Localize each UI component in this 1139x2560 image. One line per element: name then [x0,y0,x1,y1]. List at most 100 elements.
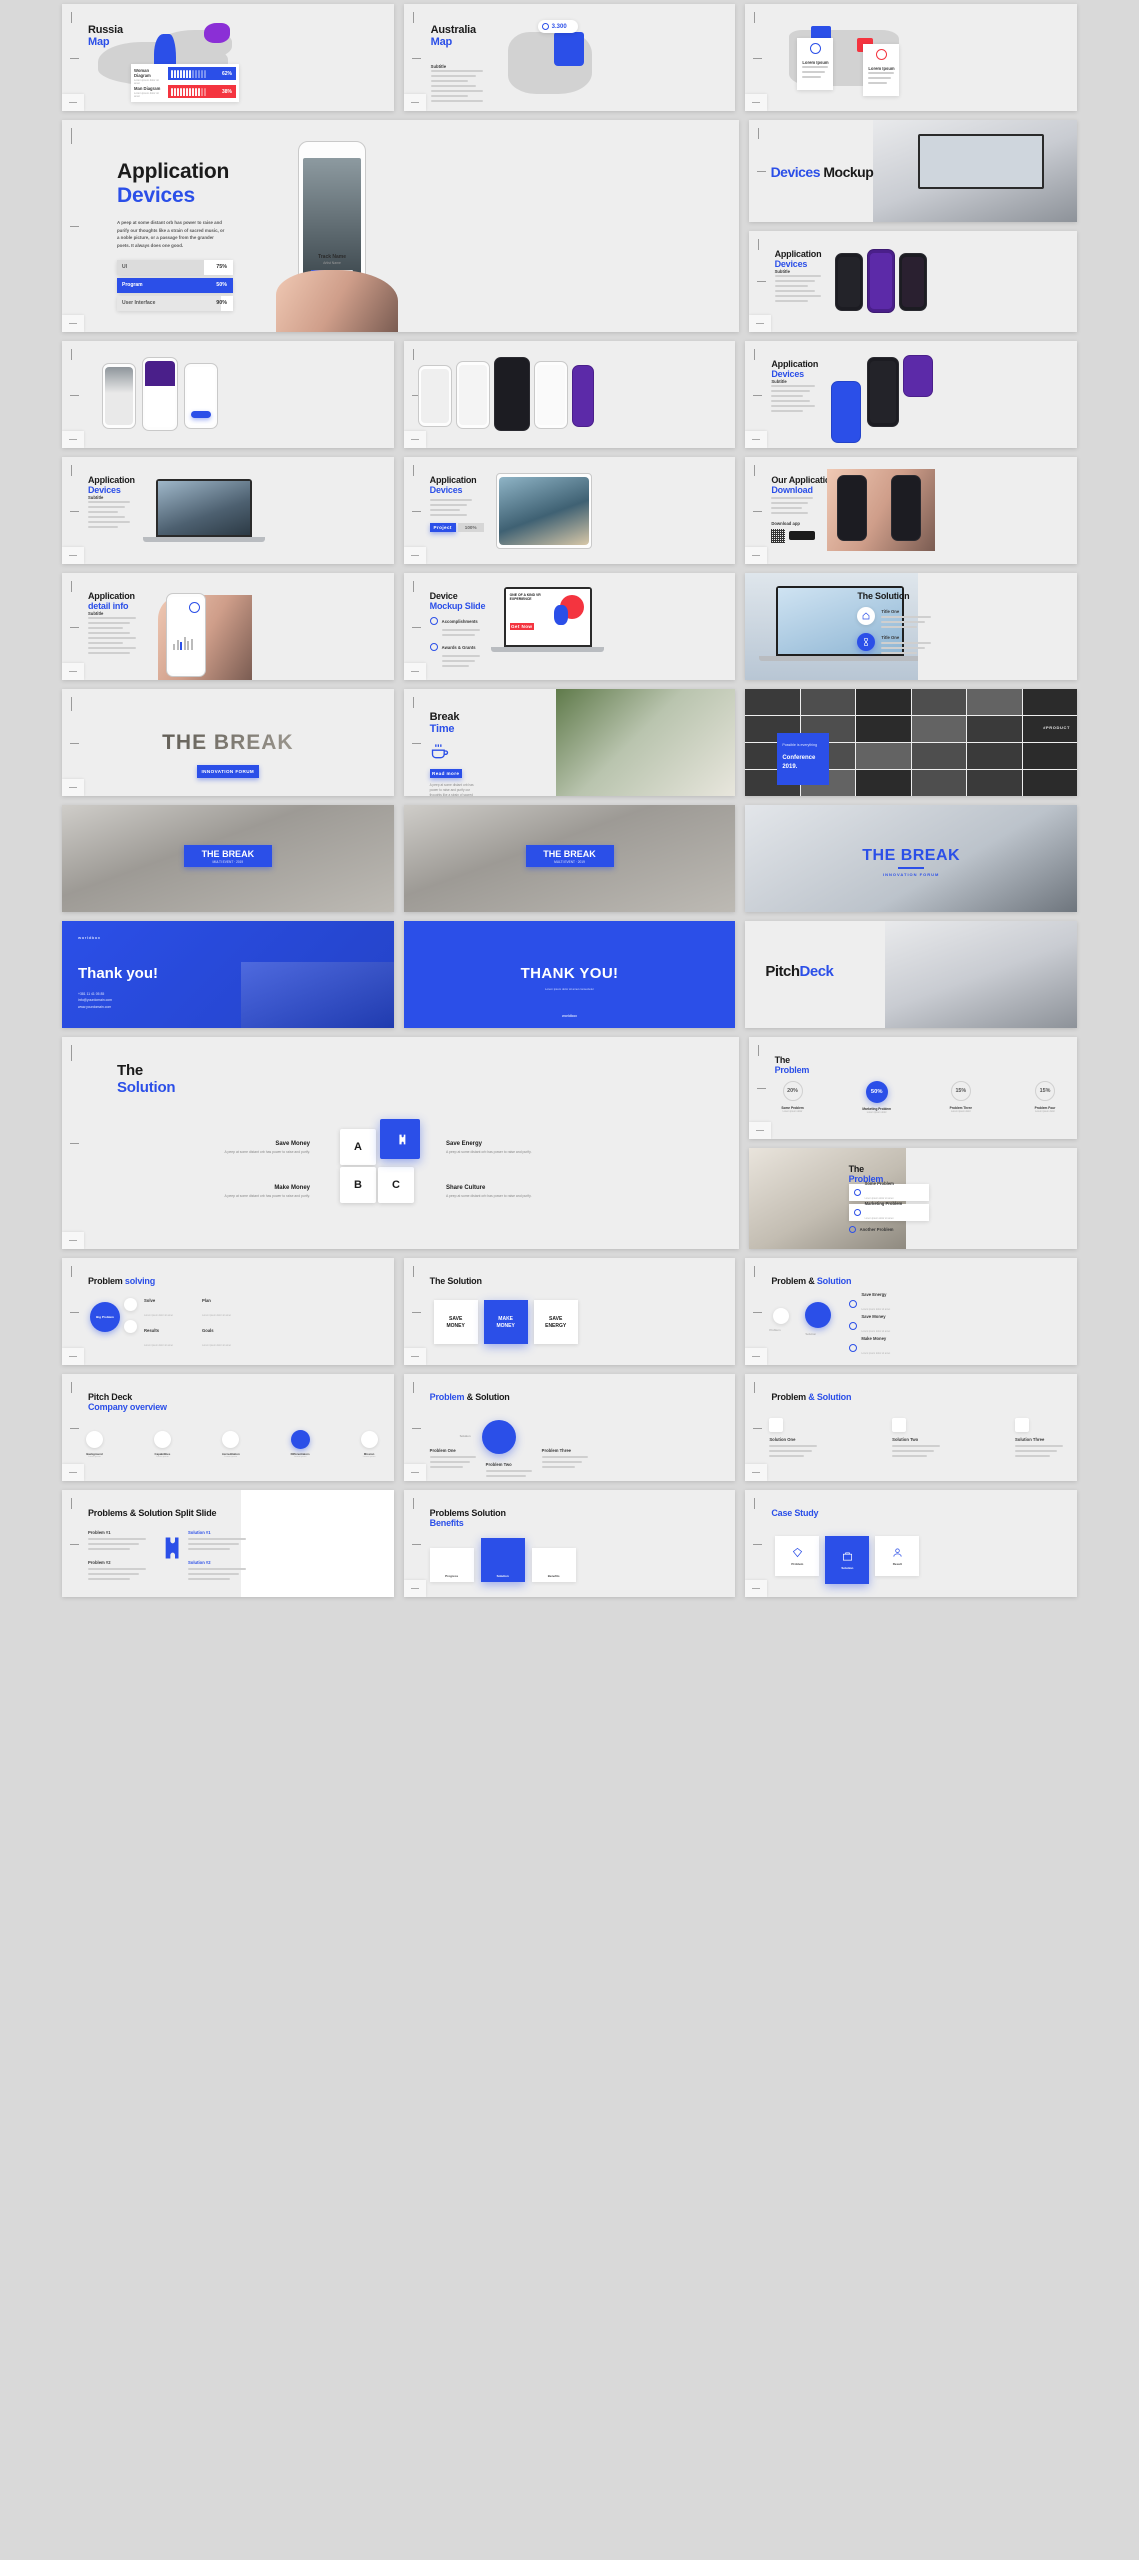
phone-mockup [837,475,868,541]
slide-number-badge [745,94,768,111]
slide-application-devices-hero[interactable]: Application Devices A peep at some dista… [62,120,739,332]
app-store-badge[interactable] [789,531,816,540]
innovation-forum-button[interactable]: INNOVATION FORUM [196,765,259,778]
slide-our-application-download[interactable]: Our Application Download Download app [745,457,1078,564]
card-make-money[interactable]: MAKE MONEY [483,1300,528,1344]
tab-group[interactable]: Project 100% [429,523,484,532]
desk-photo [873,120,1077,222]
tick-mark-icon [71,349,72,360]
solution-card-row: SAVE MONEY MAKE MONEY SAVE ENERGY [433,1300,578,1344]
tick-mark-icon [756,1087,766,1089]
slide-pitch-deck[interactable]: PitchDeck [745,921,1078,1028]
slide-the-problem-kpi[interactable]: The Problem 20% Some Problem Lorem ipsum… [748,1037,1077,1139]
step-capabilities[interactable]: Capabilities Lorem ipsum [153,1430,171,1458]
slide-problem-and-solution-2[interactable]: Problem & Solution Solution Problem One … [403,1374,736,1481]
slide-the-solution-cards[interactable]: The Solution SAVE MONEY MAKE MONEY SAVE … [403,1258,736,1365]
slide-title: Problem & Solution [429,1392,510,1402]
slide-title: Application detail info [88,591,135,612]
slide-gallery: Russia Map Woman Diagram Lorem ipsum dol… [0,0,1139,1597]
card-solution[interactable]: Solution [480,1538,525,1582]
cta-button[interactable]: Get Now [509,623,534,630]
slide-usa-map[interactable]: Lorem Ipsum Lorem Ipsum [745,4,1078,111]
column-solution-one: Solution One [769,1418,818,1460]
slide-application-detail-info[interactable]: Application detail info Subtitle [62,573,394,680]
phone-mockup [898,252,927,311]
tick-mark-icon [412,12,414,23]
gallery-row-7: THE BREAK MULTI EVENT · 2019 THE BREAK M… [62,805,1078,912]
slide-australia-map[interactable]: Australia Map 3.300 Subtitle [403,4,736,111]
conference-title: Conference [782,755,816,761]
slide-application-devices-tablet[interactable]: Application Devices Project 100% [403,457,736,564]
phone-mockup [455,361,490,429]
slide-number-badge [403,1464,426,1481]
card-progress[interactable]: Progress [429,1548,474,1582]
slide-problems-solution-benefits[interactable]: Problems Solution Benefits Progress Solu… [403,1490,736,1597]
slide-the-break-rock-2[interactable]: THE BREAK MULTI EVENT · 2019 [403,805,736,912]
slide-the-problem-photo[interactable]: The Problem Some Problem Lorem ipsum dol… [748,1147,1077,1249]
slide-title: Application Devices [117,160,230,207]
tab-percent[interactable]: 100% [457,523,484,532]
tick-mark-icon [70,1311,79,1313]
slide-the-solution-building[interactable]: The Solution Title One Title One [745,573,1078,680]
slide-application-devices-laptop[interactable]: Application Devices Subtitle [62,457,394,564]
puzzle-icon [398,1134,405,1144]
tick-mark-icon [412,1382,414,1393]
step-background[interactable]: Background Lorem ipsum [86,1430,103,1458]
puzzle-piece-highlight [380,1119,420,1159]
slide-problem-solving[interactable]: Problem solving Big Problem Solve Lorem … [62,1258,394,1365]
slide-conference-mosaic[interactable]: Possible is everything Conference 2019. … [745,689,1078,796]
step-differentiators[interactable]: Differentiators Lorem ipsum [291,1430,310,1458]
slide-the-break-title[interactable]: THE BREAK INNOVATION FORUM [62,689,394,796]
slide-problems-solution-split[interactable]: Problems & Solution Split Slide Problem … [62,1490,394,1597]
card-problem[interactable]: Problem [775,1536,820,1576]
step-row: Background Lorem ipsum Capabilities Lore… [86,1430,378,1458]
briefcase-icon [842,1551,852,1561]
slide-problem-and-solution-3[interactable]: Problem & Solution Solution One Solution… [745,1374,1078,1481]
circle-icon [541,23,549,30]
right-panel [241,1490,394,1597]
tablet-mockup [495,473,592,549]
slide-application-devices-2[interactable]: Application Devices Subtitle [748,230,1077,332]
slide-the-break-forum[interactable]: THE BREAK INNOVATION FORUM [745,805,1078,912]
slide-title: Problem & Solution [771,1392,852,1402]
the-break-button[interactable]: THE BREAK MULTI EVENT · 2019 [525,845,614,867]
slide-number-badge [62,1348,84,1365]
slide-case-study[interactable]: Case Study Problem Solution Result [745,1490,1078,1597]
slide-pitch-deck-company-overview[interactable]: Pitch Deck Company overview Background L… [62,1374,394,1481]
step-accreditation[interactable]: Accreditation Lorem ipsum [222,1430,240,1458]
slide-title: Problems & Solution Split Slide [88,1508,217,1518]
slide-thank-you-dark[interactable]: worldbox Thank you! +381 11 41 05 85 inf… [62,921,394,1028]
tab-project[interactable]: Project [429,523,456,532]
card-solution[interactable]: Solution [825,1536,870,1584]
slide-the-break-rock-1[interactable]: THE BREAK MULTI EVENT · 2019 [62,805,394,912]
tick-mark-icon [70,626,79,628]
column-problem-one: Problem One [429,1448,476,1471]
the-break-button[interactable]: THE BREAK MULTI EVENT · 2019 [183,845,272,867]
slide-the-solution-puzzle[interactable]: The Solution A B C Save Money A peep at … [62,1037,739,1249]
read-more-button[interactable]: Read more [429,769,462,778]
slide-device-mockup-slide[interactable]: Device Mockup Slide Accomplishments Awar… [403,573,736,680]
slide-thank-you-flat[interactable]: THANK YOU! Lorem ipsum dolor sit amet co… [403,921,736,1028]
body-text: A peep at some distant orb has power to … [429,783,474,796]
slide-application-devices-3[interactable]: Application Devices Subtitle [745,341,1078,448]
cta-button[interactable] [191,411,211,418]
card-save-energy[interactable]: SAVE ENERGY [533,1300,578,1344]
slide-title: Application Devices [429,475,477,496]
item-share-culture: Share Culture A peep at some distant orb… [446,1185,532,1198]
step-mission[interactable]: Mission Lorem ipsum [360,1430,378,1458]
slide-phones-gallery[interactable] [403,341,736,448]
slide-phones-three[interactable] [62,341,394,448]
card-save-money[interactable]: SAVE MONEY [433,1300,478,1344]
slide-break-time[interactable]: Break Time Read more A peep at some dist… [403,689,736,796]
big-problem-circle: Big Problem [90,1302,120,1332]
gallery-row-11: Pitch Deck Company overview Background L… [62,1374,1078,1481]
slide-russia-map[interactable]: Russia Map Woman Diagram Lorem ipsum dol… [62,4,394,111]
gallery-row-9: The Solution A B C Save Money A peep at … [62,1037,1077,1249]
hashtag: #PRODUCT [1043,725,1071,730]
slide-title: The Solution [429,1276,482,1286]
solution-1: Solution #1 [188,1530,246,1553]
card-benefits[interactable]: Benefits [531,1548,576,1582]
slide-devices-mockup[interactable]: Devices Mockup [748,120,1077,222]
card-result[interactable]: Result [875,1536,920,1576]
slide-problem-and-solution-1[interactable]: Problem & Solution Problem Solution Save… [745,1258,1078,1365]
